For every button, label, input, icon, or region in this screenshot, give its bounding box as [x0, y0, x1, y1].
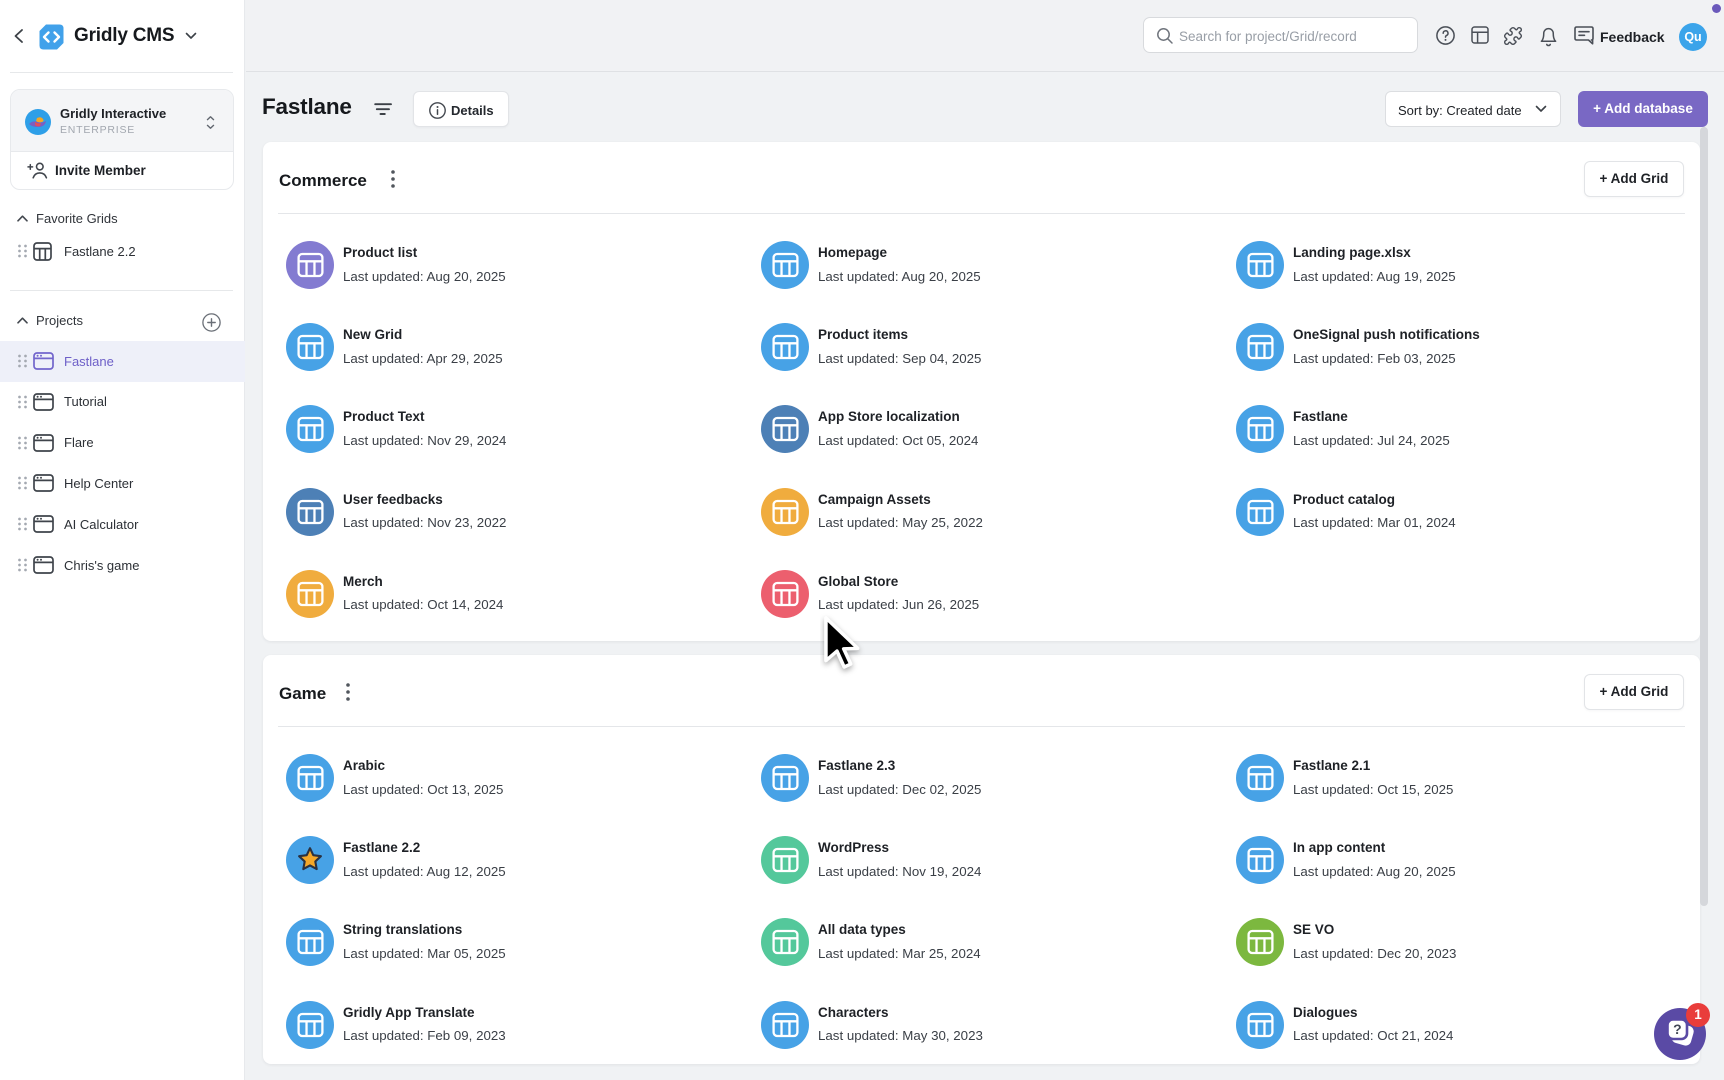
svg-text:?: ? [1673, 1021, 1682, 1037]
